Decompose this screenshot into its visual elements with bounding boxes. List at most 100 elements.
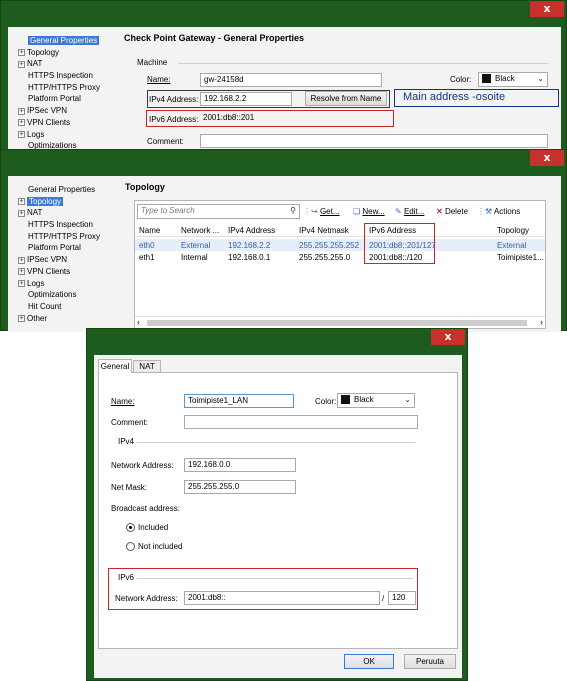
comment-field[interactable] xyxy=(184,415,418,429)
tree-item-topology[interactable]: + Topology xyxy=(18,196,123,208)
expand-icon[interactable]: + xyxy=(18,279,25,287)
tree-item-logs[interactable]: + Logs xyxy=(18,278,123,290)
tree-item-general-properties[interactable]: General Properties xyxy=(18,35,118,47)
ok-button[interactable]: OK xyxy=(344,654,394,669)
close-button[interactable]: x xyxy=(530,1,564,17)
cancel-button[interactable]: Peruuta xyxy=(404,654,456,669)
title-bar[interactable]: ​ x xyxy=(87,329,467,347)
ipv6-network-address-field[interactable]: 2001:db8:: xyxy=(184,591,380,605)
close-button[interactable]: x xyxy=(530,150,564,166)
radio-selected-icon xyxy=(126,523,135,533)
tree-item-optimizations[interactable]: Optimizations xyxy=(18,289,123,301)
edit-icon: ✎ xyxy=(395,207,402,216)
tree-item-label: General Properties xyxy=(28,36,100,45)
tree-item-hit-count[interactable]: Hit Count xyxy=(18,301,123,313)
chevron-right-icon[interactable]: › xyxy=(540,317,543,327)
expand-icon[interactable]: + xyxy=(18,314,25,322)
column-header[interactable]: Network ... xyxy=(181,226,219,235)
netmask-field[interactable]: 255.255.255.0 xyxy=(184,480,296,494)
tree-item-vpn-clients[interactable]: + VPN Clients xyxy=(18,117,118,129)
tree-item-http-https-proxy[interactable]: HTTP/HTTPS Proxy xyxy=(18,82,118,94)
tree-item-nat[interactable]: + NAT xyxy=(18,207,123,219)
name-field[interactable]: Toimipiste1_LAN xyxy=(184,394,294,408)
column-header[interactable]: IPv4 Address xyxy=(228,226,275,235)
tree-item-label: HTTPS Inspection xyxy=(28,220,93,230)
scroll-thumb[interactable] xyxy=(147,320,527,326)
chevron-left-icon[interactable]: ‹ xyxy=(137,317,140,327)
tree-item-http-https-proxy[interactable]: HTTP/HTTPS Proxy xyxy=(18,231,123,243)
expand-icon[interactable]: + xyxy=(18,107,25,115)
expand-icon[interactable]: + xyxy=(18,60,25,68)
wrench-icon: ⚒ xyxy=(485,207,493,216)
title-bar[interactable]: ​ x xyxy=(1,1,566,19)
machine-section-label: Machine xyxy=(137,58,168,67)
color-value: Black xyxy=(495,74,515,83)
search-input[interactable]: Type to Search ⚲ xyxy=(137,204,300,219)
tree-item-platform-portal[interactable]: Platform Portal xyxy=(18,242,123,254)
new-icon: ❏ xyxy=(353,207,361,216)
tree-item-logs[interactable]: + Logs xyxy=(18,129,118,141)
expand-icon[interactable]: + xyxy=(18,198,25,206)
expand-icon[interactable]: + xyxy=(18,268,25,276)
get-button[interactable]: ↪ Get... xyxy=(311,204,340,220)
prefix-length-field[interactable]: 120 xyxy=(388,591,416,605)
expand-icon[interactable]: + xyxy=(18,119,25,127)
new-button[interactable]: ❏ New... xyxy=(353,204,385,220)
navigation-tree: General Properties + Topology + NAT HTTPS Ins… xyxy=(18,184,123,324)
color-swatch xyxy=(341,395,350,405)
column-header[interactable]: Topology xyxy=(497,226,529,235)
ipv4-separator xyxy=(137,442,415,443)
close-button[interactable]: x xyxy=(431,329,465,345)
color-label: Color: xyxy=(450,75,472,84)
included-radio[interactable]: Included xyxy=(126,523,169,533)
color-select[interactable]: Black ⌄ xyxy=(337,393,415,408)
tree-item-topology[interactable]: + Topology xyxy=(18,47,118,59)
edit-label: Edit... xyxy=(403,207,425,216)
chevron-down-icon: ⌄ xyxy=(404,395,411,404)
get-label: Get... xyxy=(319,207,340,216)
resolve-from-name-button[interactable]: Resolve from Name xyxy=(305,91,387,106)
edit-button[interactable]: ✎ Edit... xyxy=(395,204,424,220)
toolbar-separator: ⋮ xyxy=(303,207,311,216)
expand-icon[interactable]: + xyxy=(18,256,25,264)
page-heading: Check Point Gateway - General Properties xyxy=(124,33,305,43)
ipv4-field[interactable]: 192.168.2.2 xyxy=(200,92,292,106)
table-row[interactable]: eth0 External 192.168.2.2 255.255.255.25… xyxy=(135,239,545,251)
tree-item-label: HTTP/HTTPS Proxy xyxy=(28,231,101,241)
name-field[interactable]: gw-24158d xyxy=(200,73,382,87)
tree-item-ipsec-vpn[interactable]: + IPSec VPN xyxy=(18,105,118,117)
get-icon: ↪ xyxy=(311,207,318,216)
actions-button[interactable]: ⚒ Actions xyxy=(485,204,520,220)
tree-item-other[interactable]: + Other xyxy=(18,313,123,325)
tree-item-nat[interactable]: + NAT xyxy=(18,58,118,70)
window-title: ​ xyxy=(1,153,566,163)
expand-icon[interactable]: + xyxy=(18,130,25,138)
column-header[interactable]: IPv4 Netmask xyxy=(299,226,349,235)
expand-icon[interactable]: + xyxy=(18,209,25,217)
tree-item-vpn-clients[interactable]: + VPN Clients xyxy=(18,266,123,278)
navigation-tree: General Properties + Topology + NAT HTTPS Ins… xyxy=(18,35,118,152)
network-address-field[interactable]: 192.168.0.0 xyxy=(184,458,296,472)
tree-item-ipsec-vpn[interactable]: + IPSec VPN xyxy=(18,254,123,266)
included-label: Included xyxy=(138,523,169,532)
name-label: Name: xyxy=(147,75,171,84)
tree-item-https-inspection[interactable]: HTTPS Inspection xyxy=(18,219,123,231)
column-header[interactable]: Name xyxy=(139,226,160,235)
table-row[interactable]: eth1 Internal 192.168.0.1 255.255.255.0 … xyxy=(135,251,545,263)
not-included-radio[interactable]: Not included xyxy=(126,542,182,552)
title-bar[interactable]: ​ x xyxy=(1,150,566,168)
tab-general[interactable]: General xyxy=(98,359,132,373)
search-icon: ⚲ xyxy=(290,206,296,215)
comment-field[interactable] xyxy=(200,134,548,148)
tree-item-platform-portal[interactable]: Platform Portal xyxy=(18,93,118,105)
tree-item-label: General Properties xyxy=(28,185,96,194)
horizontal-scrollbar[interactable]: ‹ › xyxy=(135,316,545,328)
expand-icon[interactable]: + xyxy=(18,49,25,57)
name-label: Name: xyxy=(111,397,135,406)
tree-item-https-inspection[interactable]: HTTPS Inspection xyxy=(18,70,118,82)
tree-item-general-properties[interactable]: General Properties xyxy=(18,184,123,196)
ipv6-field[interactable]: 2001:db8::201 xyxy=(200,112,388,126)
delete-button[interactable]: ✕ Delete xyxy=(436,204,468,220)
window-client: General Properties + Topology + NAT HTTPS Ins… xyxy=(8,176,561,332)
color-select[interactable]: Black ⌄ xyxy=(478,72,548,87)
